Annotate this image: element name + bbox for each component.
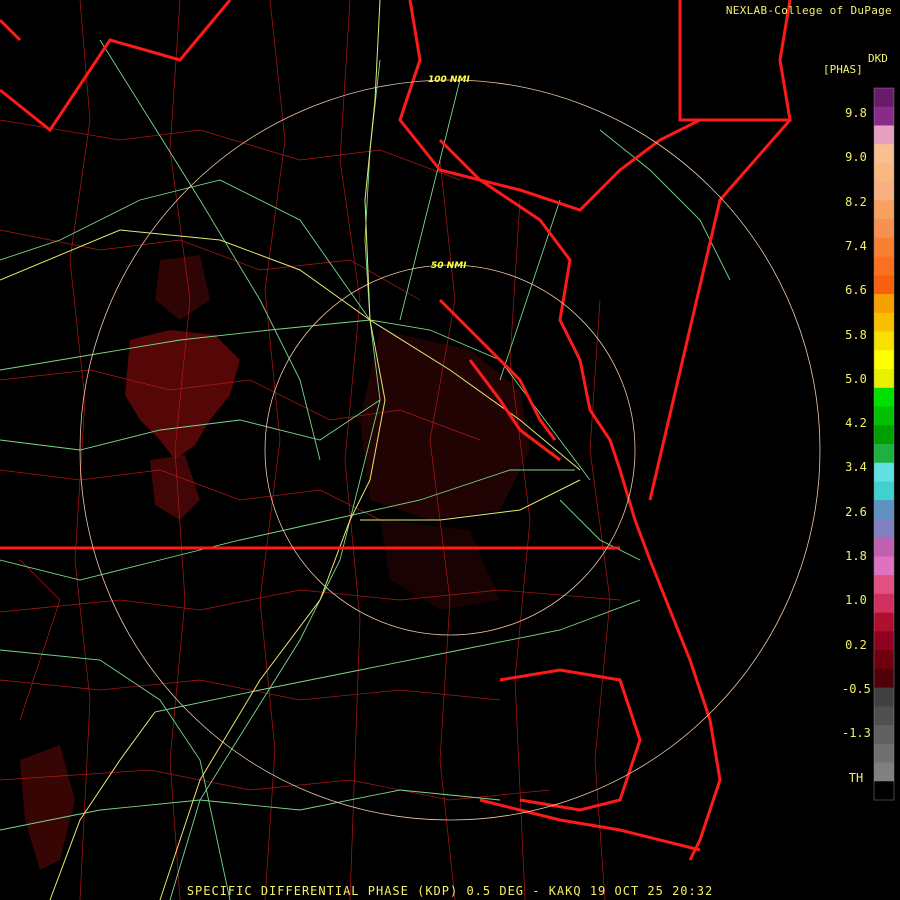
color-scale-swatch (874, 631, 894, 651)
color-scale-swatch (874, 275, 894, 295)
credit-text: NEXLAB-College of DuPage (725, 4, 892, 17)
color-scale-swatch (874, 706, 894, 726)
scale-tick-label: 5.0 (845, 371, 867, 386)
scale-tick-label: 3.4 (845, 460, 867, 475)
color-scale-swatch (874, 125, 894, 145)
color-scale-swatch (874, 162, 894, 183)
color-scale-swatch (874, 219, 894, 239)
color-scale-swatch (874, 350, 894, 370)
color-scale-swatch (874, 237, 894, 258)
color-scale-swatch (874, 331, 894, 351)
color-scale-swatch (874, 462, 894, 482)
scale-tick-label: 1.8 (845, 549, 867, 563)
color-scale-swatch (874, 425, 894, 445)
color-scale-swatch (874, 687, 894, 707)
color-scale-swatch (874, 406, 894, 426)
scale-units-bottom: [PHAS] (823, 63, 863, 76)
scale-tick-label: 9.0 (845, 150, 867, 165)
color-scale-swatch (874, 650, 894, 670)
color-scale-swatch (874, 481, 894, 501)
color-scale-swatch (874, 743, 894, 764)
scale-tick-label: 7.4 (845, 238, 867, 253)
color-scale-swatch (874, 387, 894, 408)
scale-tick-label: 6.6 (845, 283, 867, 298)
color-scale-swatch (874, 256, 894, 276)
scale-tick-label: 1.0 (845, 593, 867, 608)
color-scale-swatch (874, 88, 894, 108)
color-scale-swatch (874, 518, 894, 539)
color-scale-swatch (874, 762, 894, 782)
color-scale-swatch (874, 369, 894, 389)
scale-tick-label: 4.2 (845, 416, 867, 431)
color-scale-swatch (874, 556, 894, 576)
footer-caption: SPECIFIC DIFFERENTIAL PHASE (KDP) 0.5 DE… (186, 884, 714, 898)
color-scale-swatch (874, 294, 894, 314)
ring-label-100: 100 NMI (428, 75, 470, 85)
scale-tick-label: 2.6 (845, 504, 867, 519)
color-scale-swatch (874, 725, 894, 745)
color-scale-swatch (874, 106, 894, 126)
scale-tick-label: -0.5 (842, 681, 871, 696)
scale-tick-label: 0.2 (845, 637, 867, 652)
scale-tick-label: 8.2 (845, 194, 867, 209)
radar-map: 100 NMI 50 NMI (0, 0, 900, 900)
color-scale-swatch (874, 612, 894, 632)
color-scale-bar (873, 87, 895, 801)
color-scale-swatch (874, 144, 894, 164)
color-scale-swatch (874, 181, 894, 201)
color-scale-swatch (874, 668, 894, 689)
color-scale-swatch (874, 575, 894, 595)
scale-tick-label: TH (848, 770, 864, 785)
color-scale-swatch (874, 537, 894, 557)
ring-label-50: 50 NMI (431, 261, 467, 271)
color-scale-swatch (874, 500, 894, 520)
color-scale-swatch (874, 312, 894, 333)
color-scale-swatch (874, 444, 894, 464)
scale-tick-label: 9.8 (845, 106, 867, 120)
color-scale-swatch (874, 593, 894, 614)
scale-units-top: DKD (868, 52, 888, 65)
scale-tick-label: -1.3 (842, 726, 871, 741)
scale-tick-label: 5.8 (845, 327, 867, 342)
color-scale-swatch (874, 781, 894, 801)
color-scale-swatch (874, 200, 894, 220)
